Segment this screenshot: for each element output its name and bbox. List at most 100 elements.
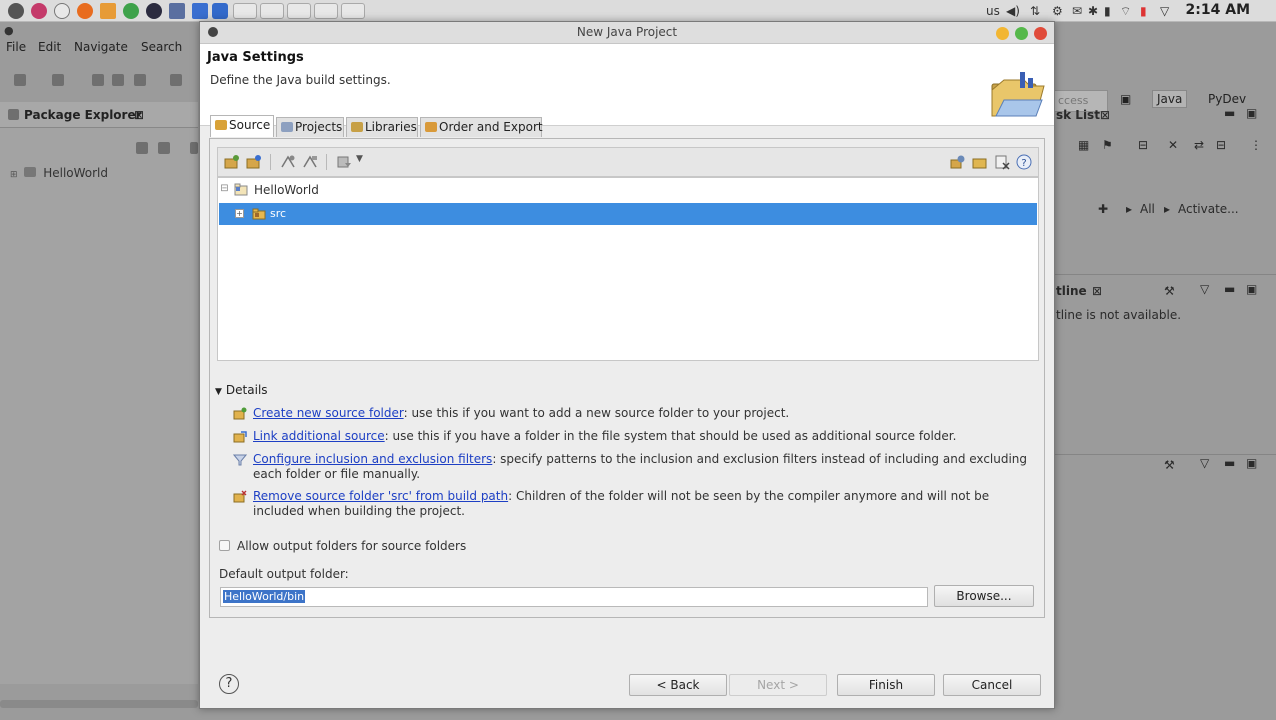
save-icon[interactable] [92,74,104,86]
taskbar-window-button[interactable] [287,3,311,19]
filter-icon[interactable]: ✕ [1168,138,1178,152]
launcher-icon[interactable] [8,3,24,19]
minimize-view-icon[interactable]: ▬ [1224,282,1235,296]
help-icon[interactable]: ? [1016,154,1032,170]
default-output-field[interactable]: HelloWorld/bin [220,587,928,607]
app-icon[interactable] [100,3,116,19]
taskbar-window-button[interactable] [314,3,338,19]
collapse-icon[interactable]: ⊟ [220,184,229,194]
tree-row-src[interactable]: + src [219,203,1037,225]
taskbar-window-button[interactable] [233,3,257,19]
keyboard-layout[interactable]: us [986,4,1000,18]
perspective-pydev[interactable]: PyDev [1208,92,1246,106]
sync-icon[interactable]: ⇄ [1194,138,1204,152]
perspective-java[interactable]: Java [1152,90,1188,108]
chevron-down-icon[interactable]: ▼ [215,387,222,397]
app-icon[interactable] [192,3,208,19]
firefox-icon[interactable] [77,3,93,19]
cancel-button[interactable]: Cancel [943,674,1041,696]
bluetooth-icon[interactable]: ✱ [1088,4,1098,18]
collapse-icon[interactable]: ⊟ [1138,138,1148,152]
view-tool-icon[interactable]: ⚒ [1164,284,1175,298]
tab-projects[interactable]: Projects [276,117,344,137]
project-settings-icon[interactable] [950,154,966,170]
app-icon[interactable] [54,3,70,19]
print-icon[interactable] [134,74,146,86]
allow-output-folders-label[interactable]: Allow output folders for source folders [237,539,466,553]
allow-output-folders-checkbox[interactable] [219,540,230,551]
notification-icon[interactable]: ▮ [1140,4,1147,18]
maximize-view-icon[interactable]: ▣ [1246,282,1257,296]
tab-order-and-export[interactable]: Order and Export [420,117,543,137]
tasks-activate[interactable]: Activate... [1178,202,1239,216]
finish-button[interactable]: Finish [837,674,935,696]
horizontal-scrollbar[interactable] [0,700,198,708]
view-menu-icon[interactable]: ⋮ [1250,138,1262,152]
clock[interactable]: 2:14 AM [1186,2,1250,18]
create-source-folder-link[interactable]: Create new source folder [253,406,404,420]
configure-filters-link[interactable]: Configure inclusion and exclusion filter… [253,452,492,466]
close-view-icon[interactable]: ⊠ [1092,284,1102,298]
chevron-down-icon[interactable]: ▽ [1160,4,1169,18]
view-menu-icon[interactable] [190,142,198,154]
app-icon[interactable] [31,3,47,19]
wifi-icon[interactable]: ⌔ [1120,4,1131,19]
new-icon[interactable] [52,74,64,86]
close-button[interactable] [1034,27,1047,40]
app-icon[interactable] [123,3,139,19]
collapse-all-icon[interactable] [136,142,148,154]
minimize-view-icon[interactable]: ▬ [1224,456,1235,470]
categorize-icon[interactable]: ⚑ [1102,138,1113,152]
close-view-icon[interactable]: ⊠ [1100,108,1110,122]
chevron-down-icon[interactable]: ▼ [356,154,363,164]
folder-options-icon[interactable] [972,154,988,170]
dialog-titlebar[interactable]: New Java Project [200,22,1054,44]
maximize-view-icon[interactable]: ▣ [1246,456,1257,470]
app-icon[interactable] [169,3,185,19]
expand-icon[interactable]: + [235,209,244,218]
new-task-icon[interactable]: ▦ [1078,138,1089,152]
menu-edit[interactable]: Edit [38,40,61,54]
chevron-down-icon[interactable]: ▽ [1200,456,1209,470]
tasks-filter-all[interactable]: All [1140,202,1155,216]
perspectives-icon[interactable]: ▣ [1120,92,1131,106]
details-toggle[interactable]: ▼ Details [215,383,268,397]
package-explorer-project[interactable]: ⊞ HelloWorld [10,166,108,180]
task-list-title[interactable]: sk List [1056,108,1100,122]
outline-title[interactable]: tline [1056,284,1087,298]
minimize-view-icon[interactable]: ▬ [1224,106,1235,120]
view-tool-icon[interactable]: ⚒ [1164,458,1175,472]
new-icon[interactable] [14,74,26,86]
collapse-all-icon[interactable]: ⊟ [1216,138,1226,152]
menu-search[interactable]: Search [141,40,182,54]
taskbar-window-button[interactable] [341,3,365,19]
source-folders-tree[interactable]: ⊟ HelloWorld + src [217,177,1039,361]
exclude-filter-icon[interactable] [302,154,318,170]
maximize-view-icon[interactable]: ▣ [1246,106,1257,120]
shield-icon[interactable] [212,3,228,19]
configure-icon[interactable] [336,154,352,170]
eclipse-icon[interactable] [146,3,162,19]
package-explorer-title[interactable]: Package Explorer [24,108,142,122]
remove-icon[interactable] [994,154,1010,170]
network-icon[interactable]: ⇅ [1030,4,1040,18]
include-filter-icon[interactable] [280,154,296,170]
tree-row-project[interactable]: ⊟ HelloWorld [218,180,1038,200]
back-button[interactable]: < Back [629,674,727,696]
volume-icon[interactable]: ◀) [1006,4,1020,18]
save-all-icon[interactable] [112,74,124,86]
close-view-icon[interactable]: ⊠ [134,108,144,122]
menu-navigate[interactable]: Navigate [74,40,128,54]
link-editor-icon[interactable] [158,142,170,154]
add-folder-icon[interactable] [224,154,240,170]
settings-icon[interactable]: ⚙ [1052,4,1063,18]
battery-icon[interactable]: ▮ [1104,4,1111,18]
help-button[interactable]: ? [219,674,239,694]
menu-file[interactable]: File [6,40,26,54]
mail-icon[interactable]: ✉ [1072,4,1082,18]
taskbar-window-button[interactable] [260,3,284,19]
tab-source[interactable]: Source [210,115,274,137]
maximize-button[interactable] [1015,27,1028,40]
link-additional-source-link[interactable]: Link additional source [253,429,385,443]
window-menu-icon[interactable]: ● [4,24,14,37]
